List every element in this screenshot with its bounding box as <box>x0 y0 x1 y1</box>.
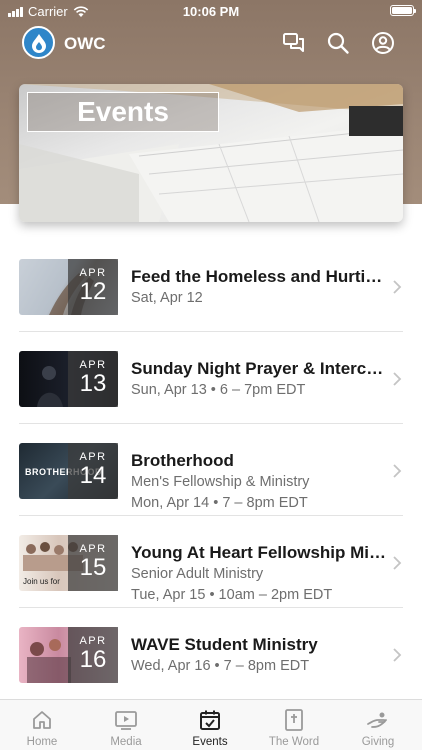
tab-label: Home <box>26 736 58 748</box>
event-title: Feed the Homeless and Hurtin... <box>131 267 387 286</box>
app-header: OWC <box>0 24 422 64</box>
tab-the-word[interactable]: The Word <box>252 700 336 750</box>
status-bar: Carrier 10:06 PM <box>0 0 422 22</box>
chevron-right-icon <box>393 372 402 386</box>
event-title: Brotherhood <box>131 451 234 470</box>
event-subtitle: Men's Fellowship & Ministry <box>131 474 310 490</box>
date-badge: APR 16 <box>68 627 118 683</box>
date-badge: APR 14 <box>68 443 118 499</box>
event-item[interactable]: Join us for APR 15 Young At Heart Fellow… <box>0 516 422 608</box>
thumbnail-text: Join us for <box>23 577 60 586</box>
event-date: Mon, Apr 14 • 7 – 8pm EDT <box>131 495 308 511</box>
giving-hand-icon <box>367 712 387 728</box>
media-icon <box>115 711 137 730</box>
tab-giving[interactable]: Giving <box>336 700 420 750</box>
chevron-right-icon <box>393 280 402 294</box>
tab-events[interactable]: Events <box>168 700 252 750</box>
event-item[interactable]: APR 12 Feed the Homeless and Hurtin... S… <box>0 240 422 332</box>
tab-label: Events <box>192 736 228 748</box>
home-icon <box>33 711 51 729</box>
tab-label: The Word <box>268 736 320 748</box>
badge-day: 16 <box>79 646 107 673</box>
chevron-right-icon <box>393 464 402 478</box>
app-name: OWC <box>64 34 106 53</box>
tab-media[interactable]: Media <box>84 700 168 750</box>
tab-bar: Home Media Events The Word Giving <box>0 699 422 750</box>
page-title: Events <box>77 96 169 127</box>
bible-icon <box>285 709 303 731</box>
date-badge: APR 15 <box>68 535 118 591</box>
tab-label: Media <box>110 736 142 748</box>
event-date: Sat, Apr 12 <box>131 290 203 306</box>
events-banner: Events <box>19 84 403 222</box>
event-title: Young At Heart Fellowship Min... <box>131 543 387 562</box>
flame-logo-icon <box>31 33 46 53</box>
event-title: Sunday Night Prayer & Interce... <box>131 359 387 378</box>
event-date: Sun, Apr 13 • 6 – 7pm EDT <box>131 382 306 398</box>
chat-icon[interactable] <box>282 31 306 55</box>
app-logo[interactable] <box>22 26 55 59</box>
battery-icon <box>390 5 416 16</box>
chevron-right-icon <box>393 556 402 570</box>
banner-title-frame: Events <box>27 92 219 132</box>
badge-day: 12 <box>79 278 107 305</box>
tab-home[interactable]: Home <box>0 700 84 750</box>
event-subtitle: Senior Adult Ministry <box>131 566 264 582</box>
date-badge: APR 13 <box>68 351 118 407</box>
search-icon[interactable] <box>326 31 350 55</box>
calendar-icon <box>200 710 220 730</box>
event-title: WAVE Student Ministry <box>131 635 318 654</box>
event-date: Tue, Apr 15 • 10am – 2pm EDT <box>131 587 333 603</box>
tab-label: Giving <box>361 736 395 748</box>
badge-day: 13 <box>79 370 107 397</box>
status-time: 10:06 PM <box>182 4 240 19</box>
chevron-right-icon <box>393 648 402 662</box>
badge-day: 14 <box>79 462 107 489</box>
profile-icon[interactable] <box>371 31 395 55</box>
event-date: Wed, Apr 16 • 7 – 8pm EDT <box>131 658 310 674</box>
badge-day: 15 <box>79 554 107 581</box>
date-badge: APR 12 <box>68 259 118 315</box>
event-item[interactable]: APR 13 Sunday Night Prayer & Interce... … <box>0 332 422 424</box>
event-item[interactable]: APR 16 WAVE Student Ministry Wed, Apr 16… <box>0 608 422 700</box>
event-item[interactable]: BROTHERHOOD APR 14 Brotherhood Men's Fel… <box>0 424 422 516</box>
